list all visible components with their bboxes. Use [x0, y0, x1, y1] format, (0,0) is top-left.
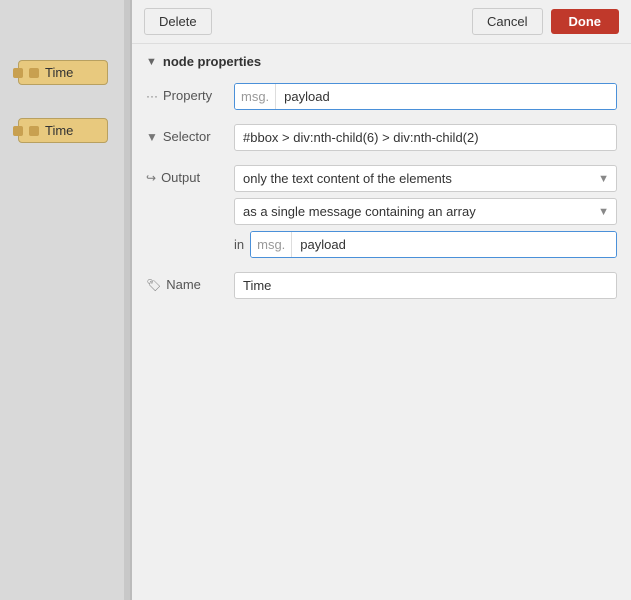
name-label-text: Name: [166, 277, 201, 292]
name-input[interactable]: [234, 272, 617, 299]
node-time-2[interactable]: Time: [18, 118, 108, 143]
output-format-wrapper: as a single message containing an array …: [234, 198, 617, 225]
properties-panel: Delete Cancel Done ▼ node properties ···…: [132, 0, 631, 600]
output-icon: ↪: [146, 171, 156, 185]
output-in-wrapper: in msg.: [234, 231, 617, 258]
selector-input[interactable]: [234, 124, 617, 151]
property-control: msg.: [234, 83, 617, 110]
output-control: only the text content of the elements th…: [234, 165, 617, 258]
output-in-prefix: msg.: [251, 232, 292, 257]
property-prefix: msg.: [235, 84, 276, 109]
chevron-icon: ▼: [146, 56, 157, 68]
property-label-text: Property: [163, 88, 212, 103]
selector-label: ▼ Selector: [146, 124, 226, 144]
property-label: ··· Property: [146, 83, 226, 103]
node-connector-2: [13, 126, 23, 136]
node-label-2: Time: [45, 123, 73, 138]
section-header[interactable]: ▼ node properties: [132, 44, 631, 79]
output-label-text: Output: [161, 170, 200, 185]
node-dot-2: [29, 126, 39, 136]
form-area: ··· Property msg. ▼ Selector ↪: [132, 79, 631, 600]
canvas-scrollbar: [124, 0, 130, 600]
node-label-1: Time: [45, 65, 73, 80]
name-label: 🏷 Name: [146, 272, 226, 292]
name-row: 🏷 Name: [146, 272, 617, 299]
toolbar: Delete Cancel Done: [132, 0, 631, 44]
output-format-select[interactable]: as a single message containing an array …: [234, 198, 617, 225]
name-control: [234, 272, 617, 299]
property-row: ··· Property msg.: [146, 83, 617, 110]
name-icon: 🏷: [146, 278, 161, 292]
property-icon: ···: [146, 89, 158, 103]
output-row: ↪ Output only the text content of the el…: [146, 165, 617, 258]
property-input[interactable]: [276, 84, 616, 109]
output-in-label: in: [234, 237, 244, 252]
output-label: ↪ Output: [146, 165, 226, 185]
selector-row: ▼ Selector: [146, 124, 617, 151]
canvas-area: Time Time: [0, 0, 130, 600]
section-title: node properties: [163, 54, 261, 69]
done-button[interactable]: Done: [551, 9, 620, 34]
selector-icon: ▼: [146, 130, 158, 144]
output-in-input[interactable]: [292, 232, 616, 257]
node-time-1[interactable]: Time: [18, 60, 108, 85]
node-dot: [29, 68, 39, 78]
selector-control: [234, 124, 617, 151]
node-connector: [13, 68, 23, 78]
output-type-wrapper: only the text content of the elements th…: [234, 165, 617, 192]
cancel-button[interactable]: Cancel: [472, 8, 542, 35]
selector-label-text: Selector: [163, 129, 211, 144]
output-type-select[interactable]: only the text content of the elements th…: [234, 165, 617, 192]
property-input-wrapper: msg.: [234, 83, 617, 110]
output-in-input-wrapper: msg.: [250, 231, 617, 258]
delete-button[interactable]: Delete: [144, 8, 212, 35]
